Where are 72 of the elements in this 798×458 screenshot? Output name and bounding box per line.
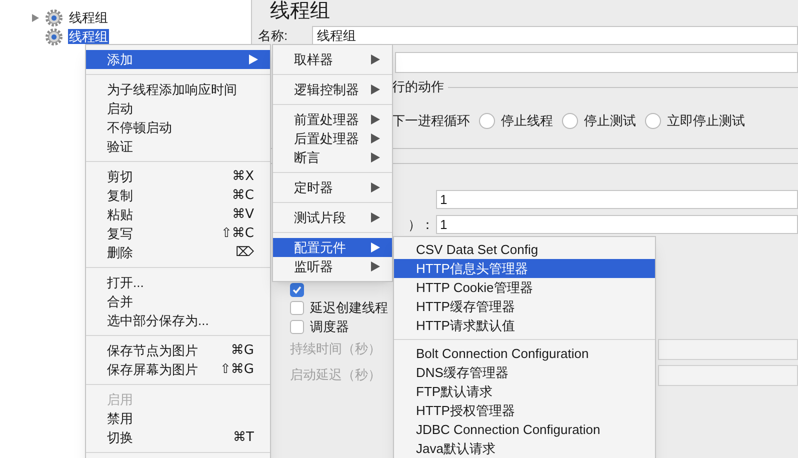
menu-item[interactable]: 保存节点为图片 ⌘G	[86, 341, 270, 360]
menu-item[interactable]: 复制 ⌘C	[86, 186, 270, 205]
menu-item[interactable]: 为子线程添加响应时间	[86, 80, 270, 99]
menu-item[interactable]: 不停顿启动	[86, 118, 270, 137]
menu-item[interactable]: Bolt Connection Configuration	[394, 344, 655, 363]
shortcut-label: ⌦	[236, 244, 255, 262]
radio-button[interactable]	[562, 113, 578, 129]
panel-title: 线程组	[269, 0, 331, 24]
menu-item[interactable]: 测试片段	[273, 208, 392, 227]
radio-label: 停止线程	[501, 112, 553, 130]
menu-item[interactable]: HTTP信息头管理器	[394, 259, 655, 278]
menu-item[interactable]: 后置处理器	[273, 129, 392, 148]
shortcut-label: ⌘G	[230, 342, 255, 360]
menu-item[interactable]: 启动	[86, 99, 270, 118]
menu-item[interactable]: Java默认请求	[394, 439, 655, 458]
menu-item[interactable]: 复写 ⇧⌘C	[86, 224, 270, 243]
menu-item[interactable]: 粘贴 ⌘V	[86, 205, 270, 224]
shortcut-label: ⇧⌘C	[221, 224, 255, 243]
field-label: 名称:	[257, 26, 289, 45]
menu-item[interactable]: 取样器	[273, 50, 392, 69]
menu-item[interactable]: HTTP缓存管理器	[394, 297, 655, 316]
radio-label: 立即停止测试	[667, 112, 745, 130]
field-label: 启动延迟（秒）	[290, 366, 382, 384]
menu-item[interactable]: 验证	[86, 137, 270, 156]
check-icon	[292, 285, 302, 295]
gear-icon	[45, 8, 63, 26]
shortcut-label: ⌘C	[232, 186, 255, 205]
menu-item[interactable]: 保存屏幕为图片 ⇧⌘G	[86, 360, 270, 379]
field-label: ）：	[408, 216, 434, 234]
menu-item[interactable]: 监听器	[273, 257, 392, 276]
menu-item[interactable]: JDBC Connection Configuration	[394, 420, 655, 439]
shortcut-label: ⌘V	[232, 206, 255, 224]
radio-label: 停止测试	[584, 112, 636, 130]
shortcut-label: ⌘T	[233, 428, 255, 447]
name-field[interactable]: 线程组	[312, 26, 798, 45]
menu-item[interactable]: 添加	[86, 50, 270, 69]
radio-button[interactable]	[479, 113, 495, 129]
menu-item[interactable]: 删除 ⌦	[86, 243, 270, 262]
number-field[interactable]: 1	[436, 215, 798, 234]
menu-item[interactable]: 打开...	[86, 273, 270, 292]
menu-item[interactable]: CSV Data Set Config	[394, 240, 655, 259]
comment-field[interactable]	[395, 52, 798, 73]
checkbox-label: 调度器	[310, 318, 349, 336]
tree-item-label[interactable]: 线程组	[68, 29, 109, 44]
field-label: 持续时间（秒）	[290, 340, 382, 358]
shortcut-label: ⇧⌘G	[220, 360, 255, 379]
menu-item[interactable]: FTP默认请求	[394, 382, 655, 401]
gear-icon	[45, 28, 63, 46]
menu-item[interactable]: 合并	[86, 292, 270, 311]
menu-item[interactable]: 选中部分保存为...	[86, 311, 270, 330]
menu-item[interactable]: 切换 ⌘T	[86, 428, 270, 447]
radio-label: 下一进程循环	[392, 112, 470, 130]
menu-item[interactable]: 定时器	[273, 178, 392, 197]
menu-item[interactable]: HTTP授权管理器	[394, 401, 655, 420]
menu-item[interactable]: 剪切 ⌘X	[86, 167, 270, 186]
menu-item[interactable]: HTTP Cookie管理器	[394, 278, 655, 297]
menu-item[interactable]: 逻辑控制器	[273, 80, 392, 99]
tree-item-label[interactable]: 线程组	[68, 10, 109, 25]
radio-button[interactable]	[645, 113, 661, 129]
menu-item[interactable]: 前置处理器	[273, 110, 392, 129]
fieldset-legend: 行的动作	[392, 77, 444, 97]
menu-item[interactable]: 禁用	[86, 409, 270, 428]
checkbox[interactable]	[290, 300, 304, 314]
checkbox[interactable]	[290, 320, 304, 334]
checkbox-label: 延迟创建线程	[310, 298, 388, 317]
shortcut-label: ⌘X	[232, 168, 255, 186]
menu-item[interactable]: 断言	[273, 148, 392, 167]
menu-item[interactable]: HTTP请求默认值	[394, 316, 655, 335]
number-field[interactable]: 1	[436, 190, 798, 209]
menu-item[interactable]: DNS缓存管理器	[394, 363, 655, 382]
checkbox[interactable]	[290, 283, 304, 297]
menu-item[interactable]: 配置元件	[273, 238, 392, 257]
